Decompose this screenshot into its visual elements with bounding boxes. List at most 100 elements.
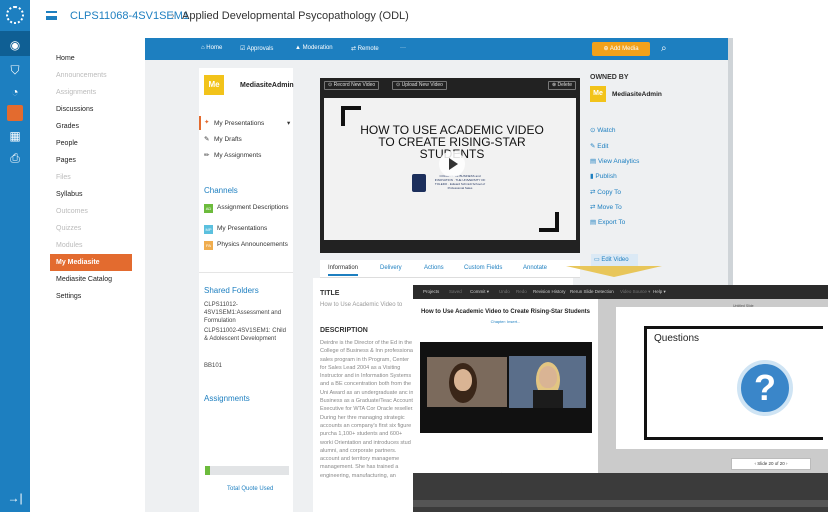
title-value: How to Use Academic Video to xyxy=(320,302,403,308)
global-nav: ◉ ⛉ ◔ ▦ ⎙ →| xyxy=(0,0,30,512)
breadcrumb-page-title: Applied Developmental Psycopathology (OD… xyxy=(182,10,409,22)
course-nav-people[interactable]: People xyxy=(50,135,132,152)
editor-menu-item[interactable]: Saved xyxy=(449,289,462,294)
ms-moderation-link[interactable]: ▲ Moderation xyxy=(295,45,333,51)
upload-new-video-button[interactable]: ⊙ Upload New Video xyxy=(392,81,447,90)
page: ◉ ⛉ ◔ ▦ ⎙ →| CLPS11068-4SV1SEM1 › Applie… xyxy=(0,0,828,512)
record-new-video-button[interactable]: ⊙ Record New Video xyxy=(324,81,380,90)
editor-menu-item[interactable]: Commit ▾ xyxy=(470,289,489,295)
add-media-button[interactable]: ⊕ Add Media xyxy=(592,42,650,56)
editor-menu-item[interactable]: Revision History xyxy=(533,289,566,294)
course-nav: Home Announcements Assignments Discussio… xyxy=(50,40,132,512)
editor-slide-pane: Questions ? xyxy=(616,307,828,449)
quota-fill xyxy=(205,466,211,475)
dashboard-icon[interactable]: ◔ xyxy=(7,84,23,100)
my-presentations-link[interactable]: My Presentations xyxy=(214,120,294,129)
editor-timeline[interactable] xyxy=(413,473,828,512)
edit-action[interactable]: ✎ Edit xyxy=(590,142,608,150)
course-nav-modules: Modules xyxy=(56,242,83,249)
course-nav-assignments: Assignments xyxy=(56,89,97,96)
copy-to-action[interactable]: ⇄ Copy To xyxy=(590,188,621,196)
search-icon[interactable]: ⌕ xyxy=(661,42,675,56)
assignments-heading: Assignments xyxy=(204,394,250,403)
delete-button[interactable]: ⊗ Delete xyxy=(547,81,576,90)
university-shield-logo xyxy=(412,174,426,192)
calendar-icon[interactable]: ▦ xyxy=(7,128,23,144)
channel-my-presentations[interactable]: My Presentations xyxy=(217,225,293,234)
course-nav-home[interactable]: Home xyxy=(50,50,132,67)
hamburger-menu-icon[interactable] xyxy=(46,11,57,20)
editor-menu-item[interactable]: Projects xyxy=(423,289,439,294)
slide-corner xyxy=(341,106,361,126)
my-assignments-link[interactable]: My Assignments xyxy=(214,152,294,161)
tab-annotate[interactable]: Annotate xyxy=(523,265,547,271)
quota-label: Total Quote Used xyxy=(227,486,274,492)
description-label: DESCRIPTION xyxy=(320,327,368,334)
move-to-action[interactable]: ⇄ Move To xyxy=(590,203,622,211)
editor-menu-item[interactable]: Help ▾ xyxy=(653,289,666,295)
divider xyxy=(199,272,293,273)
breadcrumb-separator: › xyxy=(171,10,175,22)
view-analytics-action[interactable]: ▤ View Analytics xyxy=(590,157,639,165)
course-nav-syllabus[interactable]: Syllabus xyxy=(50,186,132,203)
slide-corner xyxy=(539,212,559,232)
course-nav-discussions[interactable]: Discussions xyxy=(50,101,132,118)
inbox-icon[interactable]: ⎙ xyxy=(7,150,23,166)
description-value: Deirdre is the Director of the Ed in the… xyxy=(320,340,415,479)
course-nav-mediasite-catalog[interactable]: Mediasite Catalog xyxy=(50,271,132,288)
ms-approvals-link[interactable]: ☑ Approvals xyxy=(240,45,273,52)
tab-delivery[interactable]: Delivery xyxy=(380,265,402,271)
shared-folder-item[interactable]: CLPS11012-4SV1SEM1:Assessment and Formul… xyxy=(204,301,288,325)
presenter-face xyxy=(539,366,557,388)
editor-menu-item[interactable]: Undo xyxy=(499,289,510,294)
course-nav-pages[interactable]: Pages xyxy=(50,152,132,169)
owned-by-heading: OWNED BY xyxy=(590,74,629,81)
export-to-action[interactable]: ▤ Export To xyxy=(590,218,625,226)
video-slide: HOW TO USE ACADEMIC VIDEO TO CREATE RISI… xyxy=(320,98,580,240)
tab-actions[interactable]: Actions xyxy=(424,265,444,271)
title-label: TITLE xyxy=(320,290,340,297)
shared-folder-item[interactable]: CLPS11002-4SV1SEM1: Child & Adolescent D… xyxy=(204,327,288,343)
play-icon[interactable] xyxy=(439,151,465,177)
ms-more-menu[interactable]: ··· xyxy=(400,45,406,51)
video-player[interactable]: ⊙ Record New Video ⊙ Upload New Video ⊗ … xyxy=(320,78,580,253)
my-drafts-link[interactable]: My Drafts xyxy=(214,136,294,145)
course-nav-settings[interactable]: Settings xyxy=(50,288,132,305)
university-logo-text: COLLEGE OF BUSINESS and INNOVATION · THE… xyxy=(434,174,486,190)
channel-badge: MP xyxy=(204,225,213,234)
account-icon[interactable]: ◉ xyxy=(7,37,23,53)
course-nav-grades[interactable]: Grades xyxy=(50,118,132,135)
mediasite-toolbar: ⌂ Home ☑ Approvals ▲ Moderation ⇄ Remote… xyxy=(145,38,728,60)
course-nav-quizzes: Quizzes xyxy=(56,225,82,232)
timeline-ruler xyxy=(413,500,828,507)
watch-action[interactable]: ⊙ Watch xyxy=(590,126,615,134)
ms-remote-link[interactable]: ⇄ Remote xyxy=(351,45,379,52)
editor-chapter-link[interactable]: Chapter: Insert... xyxy=(413,319,598,324)
collapse-nav-icon[interactable]: →| xyxy=(7,490,23,506)
editor-video[interactable] xyxy=(420,342,592,433)
channel-physics-announcements[interactable]: Physics Announcements xyxy=(217,241,293,250)
editor-menu-item[interactable]: Video Source ▾ xyxy=(620,289,650,295)
editor-menu-item[interactable]: Redo xyxy=(516,289,527,294)
question-mark-icon: ? xyxy=(737,360,793,416)
video-presenter-left xyxy=(427,357,507,407)
ms-home-link[interactable]: ⌂ Home xyxy=(201,45,222,51)
courses-icon[interactable] xyxy=(7,105,23,121)
course-nav-my-mediasite[interactable]: My Mediasite xyxy=(50,254,132,271)
editor-menu-item[interactable]: Rerun Slide Detection xyxy=(570,289,614,294)
editor-presentation-title: How to Use Academic Video to Create Risi… xyxy=(420,309,591,315)
editor-preview-pane: How to Use Academic Video to Create Risi… xyxy=(413,299,598,485)
slide-navigator[interactable]: ‹ Slide 20 of 20 › xyxy=(731,458,811,470)
shared-folder-item[interactable]: BB101 xyxy=(204,362,288,370)
channel-assignment-descriptions[interactable]: Assignment Descriptions xyxy=(217,204,293,213)
course-nav-files: Files xyxy=(56,174,71,181)
owner-name: MediasiteAdmin xyxy=(612,91,662,98)
course-header: CLPS11068-4SV1SEM1 › Applied Development… xyxy=(30,0,828,38)
publish-action[interactable]: ▮ Publish xyxy=(590,172,617,180)
admin-shield-icon[interactable]: ⛉ xyxy=(7,62,23,78)
selection-marker xyxy=(199,116,201,130)
tab-custom-fields[interactable]: Custom Fields xyxy=(464,265,502,271)
slide-text: Questions xyxy=(654,333,700,344)
institution-logo-icon[interactable] xyxy=(6,6,24,24)
tab-information[interactable]: Information xyxy=(328,265,359,276)
